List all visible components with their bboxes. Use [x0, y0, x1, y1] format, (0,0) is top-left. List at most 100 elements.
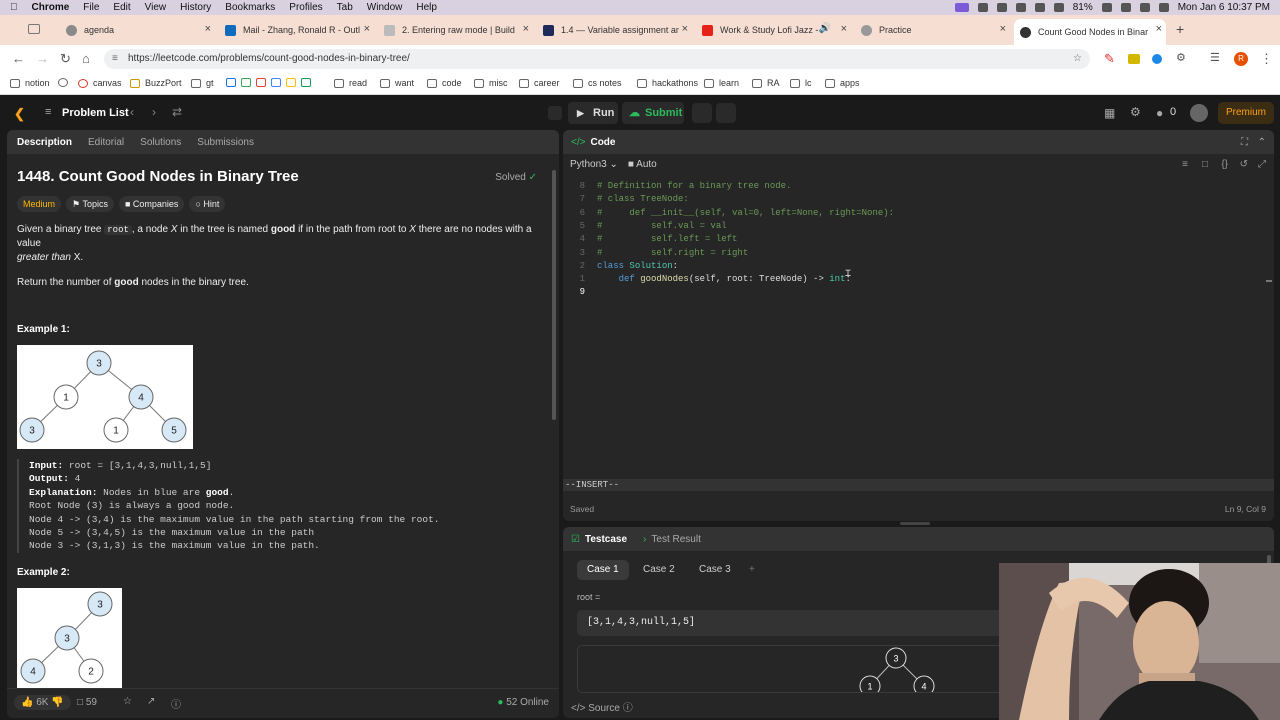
tab-test-result[interactable]: Test Result [651, 534, 700, 545]
prev-problem-icon[interactable]: ‹ [130, 105, 134, 119]
bookmark-hackathons[interactable]: hackathons [637, 78, 698, 88]
case-3-tab[interactable]: Case 3 [689, 560, 741, 580]
tab-testcase[interactable]: Testcase [585, 534, 627, 545]
share-icon[interactable]: ↗ [147, 696, 155, 707]
bookmark-gt[interactable]: gt [191, 78, 214, 88]
mic-icon[interactable] [1015, 3, 1026, 12]
description-scrollbar[interactable] [552, 170, 556, 420]
source-toggle[interactable]: </> Source ⓘ [571, 699, 633, 714]
bookmark-icon[interactable]: □ [1202, 159, 1208, 170]
menu-bookmarks[interactable]: Bookmarks [225, 2, 275, 13]
case-2-tab[interactable]: Case 2 [633, 560, 685, 580]
language-select[interactable]: Python3 ⌄ [570, 159, 618, 170]
next-problem-icon[interactable]: › [152, 105, 156, 119]
timer-icon[interactable] [692, 103, 712, 123]
tab-variable-assignment[interactable]: 1.4 — Variable assignment ar × [537, 19, 692, 41]
url-field[interactable]: ≡ https://leetcode.com/problems/count-go… [104, 49, 1090, 69]
user-avatar[interactable] [1190, 104, 1208, 122]
back-icon[interactable]: ← [12, 51, 25, 66]
add-case-button[interactable]: + [739, 560, 765, 580]
problem-list-link[interactable]: Problem List [62, 107, 129, 119]
code-line[interactable]: 3 # self.right = right [563, 247, 749, 260]
wifi-icon[interactable] [1120, 3, 1131, 12]
bookmark-ra[interactable]: RA [752, 78, 780, 88]
home-icon[interactable]: ⌂ [82, 51, 90, 66]
profile-avatar[interactable]: R [1234, 52, 1248, 66]
bookmark-cs-notes[interactable]: cs notes [573, 78, 622, 88]
reload-icon[interactable]: ↻ [60, 51, 71, 67]
reset-icon[interactable]: ↺ [1240, 159, 1248, 170]
submit-button[interactable]: ☁ Submit [622, 102, 684, 124]
bookmark-star-icon[interactable]: ☆ [1073, 49, 1082, 69]
code-editor[interactable]: 8 # Definition for a binary tree node. 7 # … [563, 180, 1263, 476]
menu-profiles[interactable]: Profiles [289, 2, 322, 13]
bookmark-apps[interactable]: apps [825, 78, 860, 88]
menu-file[interactable]: File [83, 2, 99, 13]
code-line[interactable]: 4 # self.left = left [563, 233, 738, 246]
menu-help[interactable]: Help [416, 2, 437, 13]
settings-gear-icon[interactable]: ⚙ [1130, 105, 1141, 119]
favorite-star-icon[interactable]: ☆ [123, 696, 132, 707]
fullscreen-icon[interactable]: ⤢ [1258, 159, 1266, 170]
case-1-tab[interactable]: Case 1 [577, 560, 629, 580]
code-line[interactable]: 2 class Solution: [563, 260, 678, 273]
bookmark-want[interactable]: want [380, 78, 414, 88]
bookmark-apps-icons[interactable] [226, 78, 316, 87]
like-button[interactable]: 👍 6K 👎 [14, 695, 71, 710]
code-line[interactable]: 9 [563, 286, 597, 299]
menu-view[interactable]: View [145, 2, 167, 13]
premium-button[interactable]: Premium [1218, 102, 1274, 124]
run-button[interactable]: ▶ Run [568, 102, 618, 124]
bookmark-career[interactable]: career [519, 78, 560, 88]
bookmark-canvas[interactable]: canvas [78, 78, 122, 88]
hint-tag[interactable]: ○ Hint [189, 196, 226, 212]
bookmark-buzzport[interactable]: BuzzPort [130, 78, 182, 88]
tab-close-icon[interactable]: × [364, 23, 370, 35]
moon-icon[interactable] [1034, 3, 1045, 12]
collapse-icon[interactable]: ⌃ [1258, 137, 1266, 148]
shuffle-icon[interactable]: ⇄ [172, 105, 182, 119]
bookmark-learn[interactable]: learn [704, 78, 739, 88]
bookmark-read[interactable]: read [334, 78, 367, 88]
code-line[interactable]: 7 # class TreeNode: [563, 193, 689, 206]
layout-icon[interactable]: ▦ [1104, 106, 1115, 120]
comments-button[interactable]: □ 59 [77, 697, 97, 708]
play-icon[interactable] [1053, 3, 1064, 12]
extensions-icon[interactable]: ⚙ [1176, 51, 1186, 64]
cloud-icon[interactable] [996, 3, 1007, 12]
menu-app-name[interactable]: Chrome [32, 2, 70, 13]
battery-icon[interactable] [1101, 3, 1112, 12]
code-line[interactable]: 1 def goodNodes(self, root: TreeNode) ->… [563, 273, 851, 286]
tab-close-icon[interactable]: × [1156, 23, 1162, 35]
tab-lofi[interactable]: Work & Study Lofi Jazz - 🔊 × [696, 19, 851, 41]
tab-close-icon[interactable]: × [205, 23, 211, 35]
tab-close-icon[interactable]: × [841, 23, 847, 35]
bookmark-misc[interactable]: misc [474, 78, 508, 88]
code-line[interactable]: 8 # Definition for a binary tree node. [563, 180, 792, 193]
topics-tag[interactable]: ⚑ Topics [66, 196, 114, 212]
companies-tag[interactable]: ■ Companies [118, 196, 185, 212]
bookmark-code[interactable]: code [427, 78, 462, 88]
chrome-menu-icon[interactable]: ⋮ [1260, 51, 1273, 67]
notes-icon[interactable] [716, 103, 736, 123]
menu-window[interactable]: Window [367, 2, 403, 13]
auto-mode-toggle[interactable]: ■ Auto [628, 159, 657, 170]
tab-count-good-nodes[interactable]: Count Good Nodes in Binary × [1014, 19, 1166, 45]
debug-icon[interactable] [548, 106, 562, 120]
tab-agenda[interactable]: agenda × [60, 19, 215, 41]
code-line[interactable]: 6 # def __init__(self, val=0, left=None, … [563, 207, 894, 220]
bookmark-lc[interactable]: lc [790, 78, 812, 88]
panel-resize-handle[interactable] [900, 522, 930, 525]
menu-history[interactable]: History [180, 2, 211, 13]
apple-icon[interactable]:  [10, 2, 18, 13]
tab-description[interactable]: Description [17, 137, 72, 148]
tab-close-icon[interactable]: × [523, 23, 529, 35]
help-icon[interactable]: ⓘ [171, 696, 181, 711]
streak-fire-icon[interactable]: ● [1156, 106, 1163, 120]
tab-solutions[interactable]: Solutions [140, 137, 181, 148]
leetcode-logo-icon[interactable]: ❮ [14, 106, 25, 122]
control-center-icon[interactable] [1158, 3, 1169, 12]
forward-icon[interactable]: → [36, 51, 49, 66]
bookmark-notion[interactable]: notion [10, 78, 50, 88]
extension-pen-icon[interactable]: ✎ [1104, 51, 1115, 67]
